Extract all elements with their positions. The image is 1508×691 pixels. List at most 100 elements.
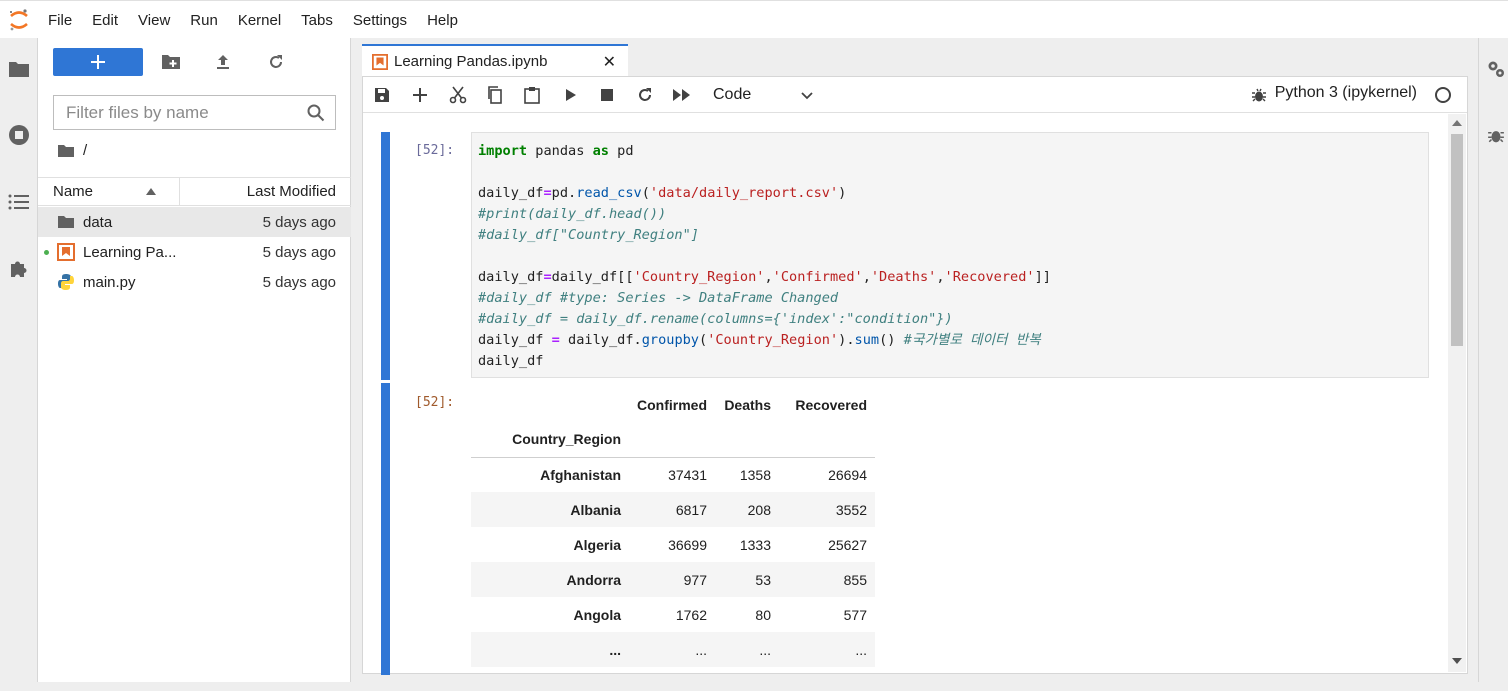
code-editor[interactable]: import pandas as pd daily_df=pd.read_csv… [471,132,1429,378]
menu-run[interactable]: Run [180,1,228,39]
paste-icon[interactable] [520,83,544,107]
notebook-toolbar: Code Python 3 (ipykernel) [363,77,1467,113]
python-icon [57,273,75,291]
table-row: Afghanistan 37431 1358 26694 [471,457,875,492]
running-sessions-icon[interactable] [0,118,37,152]
cell-recovered: 577 [843,606,867,623]
close-icon[interactable]: ✕ [603,52,616,72]
cell-type-select[interactable]: Code [713,83,813,107]
cell-recovered: 26694 [828,466,867,483]
cell-active-bar[interactable] [381,132,390,380]
input-prompt: [52]: [415,143,455,158]
file-modified: 5 days ago [262,243,336,261]
file-browser-panel: / Name Last Modified data 5 days ago Lea… [38,38,351,691]
scrollbar-thumb[interactable] [1451,134,1463,346]
table-row: Angola 1762 80 577 [471,597,875,632]
chevron-down-icon [801,92,813,100]
file-list-header: Name Last Modified [38,177,351,206]
jupyter-logo-icon [0,1,38,39]
index-name: Country_Region [471,422,629,458]
table-of-contents-icon[interactable] [0,185,37,219]
notebook-icon [372,54,388,73]
cell-confirmed: 6817 [675,501,707,518]
stop-icon[interactable] [595,83,619,107]
notebook-panel: Code Python 3 (ipykernel) [52]: import p… [362,76,1468,675]
save-icon[interactable] [370,83,394,107]
kernel-name[interactable]: Python 3 (ipykernel) [1275,84,1417,102]
cell-recovered: 855 [843,571,867,588]
column-modified-label: Last Modified [246,183,336,200]
tab-title: Learning Pandas.ipynb [394,52,548,70]
column-modified-header[interactable]: Last Modified [180,178,351,205]
menu-tabs[interactable]: Tabs [291,1,343,39]
notebook-icon [57,243,75,261]
output-active-bar[interactable] [381,383,390,675]
column-header: Deaths [724,396,771,413]
property-inspector-gears-icon[interactable] [1485,58,1507,83]
row-label: Afghanistan [540,466,621,483]
column-header: Recovered [795,396,867,413]
folder-icon[interactable] [57,144,75,158]
output-prompt: [52]: [415,395,455,410]
debugger-bug-icon[interactable] [1247,83,1271,107]
running-indicator-icon [44,250,49,255]
refresh-icon[interactable] [264,50,288,74]
row-label: Andorra [566,571,621,588]
upload-icon[interactable] [211,50,235,74]
run-all-icon[interactable] [670,83,694,107]
debugger-bug-icon[interactable] [1487,126,1505,147]
column-header: Confirmed [637,396,707,413]
file-row-main-py[interactable]: main.py 5 days ago [38,267,351,297]
cell-confirmed: 36699 [668,536,707,553]
run-icon[interactable] [559,83,583,107]
left-activity-bar [0,38,38,691]
cut-icon[interactable] [446,83,470,107]
cell-deaths: 208 [747,501,771,518]
folder-icon[interactable] [0,52,37,86]
notebook-scrollbar[interactable] [1448,114,1466,672]
plus-icon [91,55,105,69]
new-folder-icon[interactable] [159,50,183,74]
file-filter-input[interactable] [66,102,307,123]
breadcrumb: / [57,142,87,159]
file-name: Learning Pa... [83,243,177,261]
file-filter-field[interactable] [53,95,336,130]
file-row-notebook[interactable]: Learning Pa... 5 days ago [38,237,351,267]
menu-file[interactable]: File [38,1,82,39]
copy-icon[interactable] [483,83,507,107]
file-name: data [83,213,113,231]
breadcrumb-root[interactable]: / [83,142,87,159]
table-row: Albania 6817 208 3552 [471,492,875,527]
kernel-idle-icon [1435,87,1451,103]
new-launcher-button[interactable] [53,48,143,76]
cell-type-value: Code [713,86,752,103]
restart-icon[interactable] [633,83,657,107]
cell-confirmed: 977 [683,571,707,588]
scroll-down-icon[interactable] [1452,658,1462,664]
cell-deaths: 1358 [739,466,771,483]
cell-recovered: 25627 [828,536,867,553]
table-row: ... ... ... ... [471,632,875,667]
sort-ascending-icon [146,188,156,195]
index-name-row: Country_Region [471,422,875,458]
row-label: Algeria [573,536,621,553]
scroll-up-icon[interactable] [1452,120,1462,126]
cell-deaths: ... [759,641,771,658]
menu-kernel[interactable]: Kernel [228,1,291,39]
column-name-header[interactable]: Name [38,178,180,205]
menu-help[interactable]: Help [417,1,468,39]
right-sidebar [1478,38,1508,691]
add-cell-icon[interactable] [408,83,432,107]
file-row-data[interactable]: data 5 days ago [38,207,351,237]
tab-learning-pandas[interactable]: Learning Pandas.ipynb ✕ [362,44,628,76]
table-header-row: Confirmed Deaths Recovered [471,387,875,422]
cell-confirmed: 1762 [675,606,707,623]
menu-view[interactable]: View [128,1,180,39]
file-name: main.py [83,273,136,291]
menu-settings[interactable]: Settings [343,1,417,39]
row-label: ... [609,641,621,658]
folder-icon [57,213,75,231]
menu-edit[interactable]: Edit [82,1,128,39]
cell-deaths: 53 [755,571,771,588]
extension-manager-icon[interactable] [0,252,37,286]
